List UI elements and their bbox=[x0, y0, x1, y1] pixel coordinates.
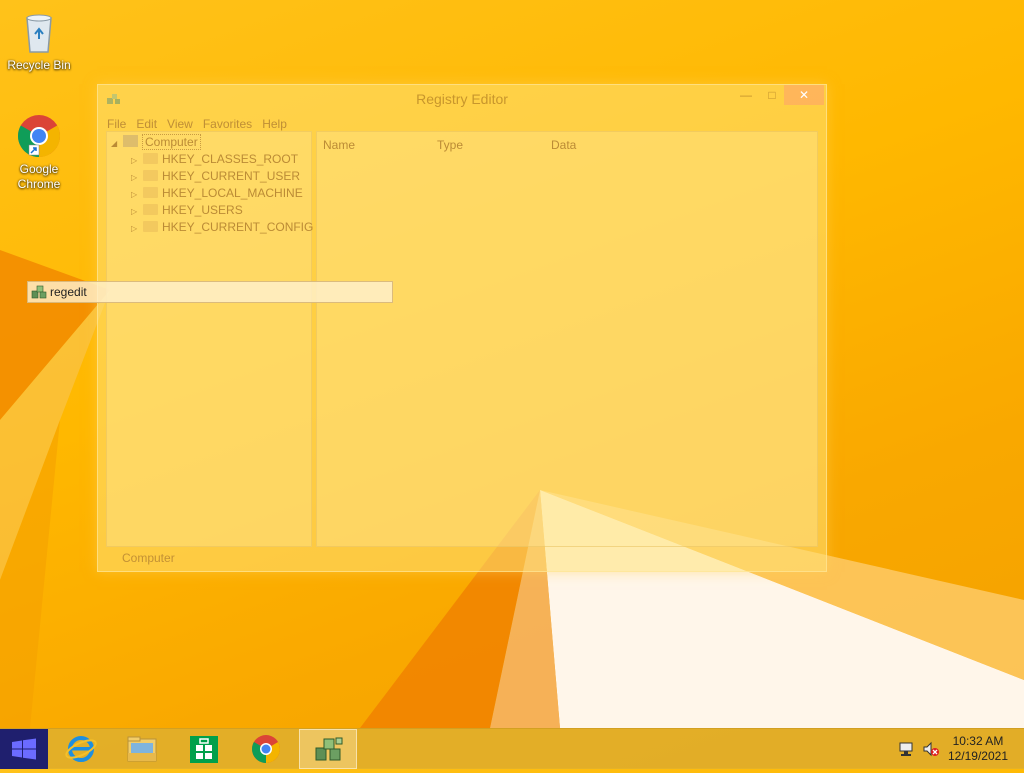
column-header-data[interactable]: Data bbox=[551, 138, 576, 152]
expand-icon[interactable]: ▷ bbox=[131, 186, 143, 203]
tree-item-hku[interactable]: ▷ HKEY_USERS bbox=[131, 202, 243, 219]
expand-icon[interactable]: ▷ bbox=[131, 152, 143, 169]
tree-item-label: HKEY_USERS bbox=[162, 203, 243, 217]
file-explorer-icon bbox=[127, 736, 157, 762]
expand-icon[interactable]: ▷ bbox=[131, 220, 143, 237]
close-button[interactable]: ✕ bbox=[784, 85, 824, 105]
registry-editor-window[interactable]: Registry Editor — □ ✕ File Edit View Favori… bbox=[97, 84, 827, 572]
desktop-icon-chrome[interactable]: Google Chrome bbox=[1, 112, 77, 192]
window-title: Registry Editor bbox=[416, 91, 508, 107]
run-suggestion-text: regedit bbox=[50, 285, 87, 299]
taskbar-store[interactable] bbox=[175, 729, 233, 769]
tree-item-label: HKEY_CURRENT_CONFIG bbox=[162, 220, 314, 234]
folder-icon bbox=[143, 153, 158, 164]
taskbar-regedit[interactable] bbox=[299, 729, 357, 769]
tree-item-label: Computer bbox=[142, 134, 201, 150]
chrome-label-line1: Google bbox=[19, 162, 59, 176]
tree-item-hkcr[interactable]: ▷ HKEY_CLASSES_ROOT bbox=[131, 151, 298, 168]
maximize-button[interactable]: □ bbox=[760, 85, 784, 105]
recycle-bin-label: Recycle Bin bbox=[7, 58, 71, 72]
clock-date: 12/19/2021 bbox=[947, 749, 1008, 763]
windows-logo-icon bbox=[12, 738, 36, 760]
clock-time: 10:32 AM bbox=[952, 734, 1004, 748]
desktop-icon-recycle-bin[interactable]: Recycle Bin bbox=[1, 8, 77, 73]
speaker-muted-icon[interactable] bbox=[922, 741, 940, 757]
chrome-label-line2: Chrome bbox=[17, 177, 61, 191]
chrome-icon bbox=[252, 735, 280, 763]
computer-icon bbox=[123, 135, 138, 147]
start-button[interactable] bbox=[0, 729, 48, 769]
store-icon bbox=[190, 736, 218, 763]
window-titlebar[interactable]: Registry Editor — □ ✕ bbox=[98, 85, 826, 113]
folder-icon bbox=[143, 204, 158, 215]
folder-icon bbox=[143, 221, 158, 232]
expand-icon[interactable]: ▷ bbox=[131, 169, 143, 186]
tree-item-label: HKEY_CLASSES_ROOT bbox=[162, 152, 299, 166]
collapse-icon[interactable]: ◢ bbox=[111, 135, 123, 152]
recycle-bin-icon bbox=[15, 8, 63, 56]
regedit-icon bbox=[31, 284, 47, 300]
network-icon[interactable] bbox=[898, 741, 916, 757]
taskbar-internet-explorer[interactable] bbox=[52, 729, 110, 769]
taskbar: 10:32 AM 12/19/2021 bbox=[0, 728, 1024, 769]
tree-item-label: HKEY_CURRENT_USER bbox=[162, 169, 301, 183]
column-header-name[interactable]: Name bbox=[323, 138, 355, 152]
tree-item-hklm[interactable]: ▷ HKEY_LOCAL_MACHINE bbox=[131, 185, 303, 202]
tree-item-computer[interactable]: ◢ Computer bbox=[111, 134, 201, 151]
status-bar: Computer bbox=[122, 551, 175, 565]
run-suggestion-box[interactable]: regedit bbox=[27, 281, 393, 303]
taskbar-file-explorer[interactable] bbox=[113, 729, 171, 769]
values-list-pane[interactable]: Name Type Data bbox=[316, 131, 818, 547]
folder-icon bbox=[143, 187, 158, 198]
internet-explorer-icon bbox=[65, 736, 97, 762]
tree-item-hkcu[interactable]: ▷ HKEY_CURRENT_USER bbox=[131, 168, 300, 185]
key-tree-pane[interactable]: ◢ Computer ▷ HKEY_CLASSES_ROOT ▷ HKEY_CURRE… bbox=[106, 131, 313, 547]
tree-item-label: HKEY_LOCAL_MACHINE bbox=[162, 186, 303, 200]
chrome-icon bbox=[15, 112, 63, 160]
tree-item-hkcc[interactable]: ▷ HKEY_CURRENT_CONFIG bbox=[131, 219, 313, 236]
minimize-button[interactable]: — bbox=[734, 85, 758, 105]
expand-icon[interactable]: ▷ bbox=[131, 203, 143, 220]
system-clock[interactable]: 10:32 AM 12/19/2021 bbox=[948, 734, 1008, 764]
taskbar-chrome[interactable] bbox=[237, 729, 295, 769]
folder-icon bbox=[143, 170, 158, 181]
regedit-icon bbox=[315, 737, 343, 761]
column-header-type[interactable]: Type bbox=[437, 138, 463, 152]
